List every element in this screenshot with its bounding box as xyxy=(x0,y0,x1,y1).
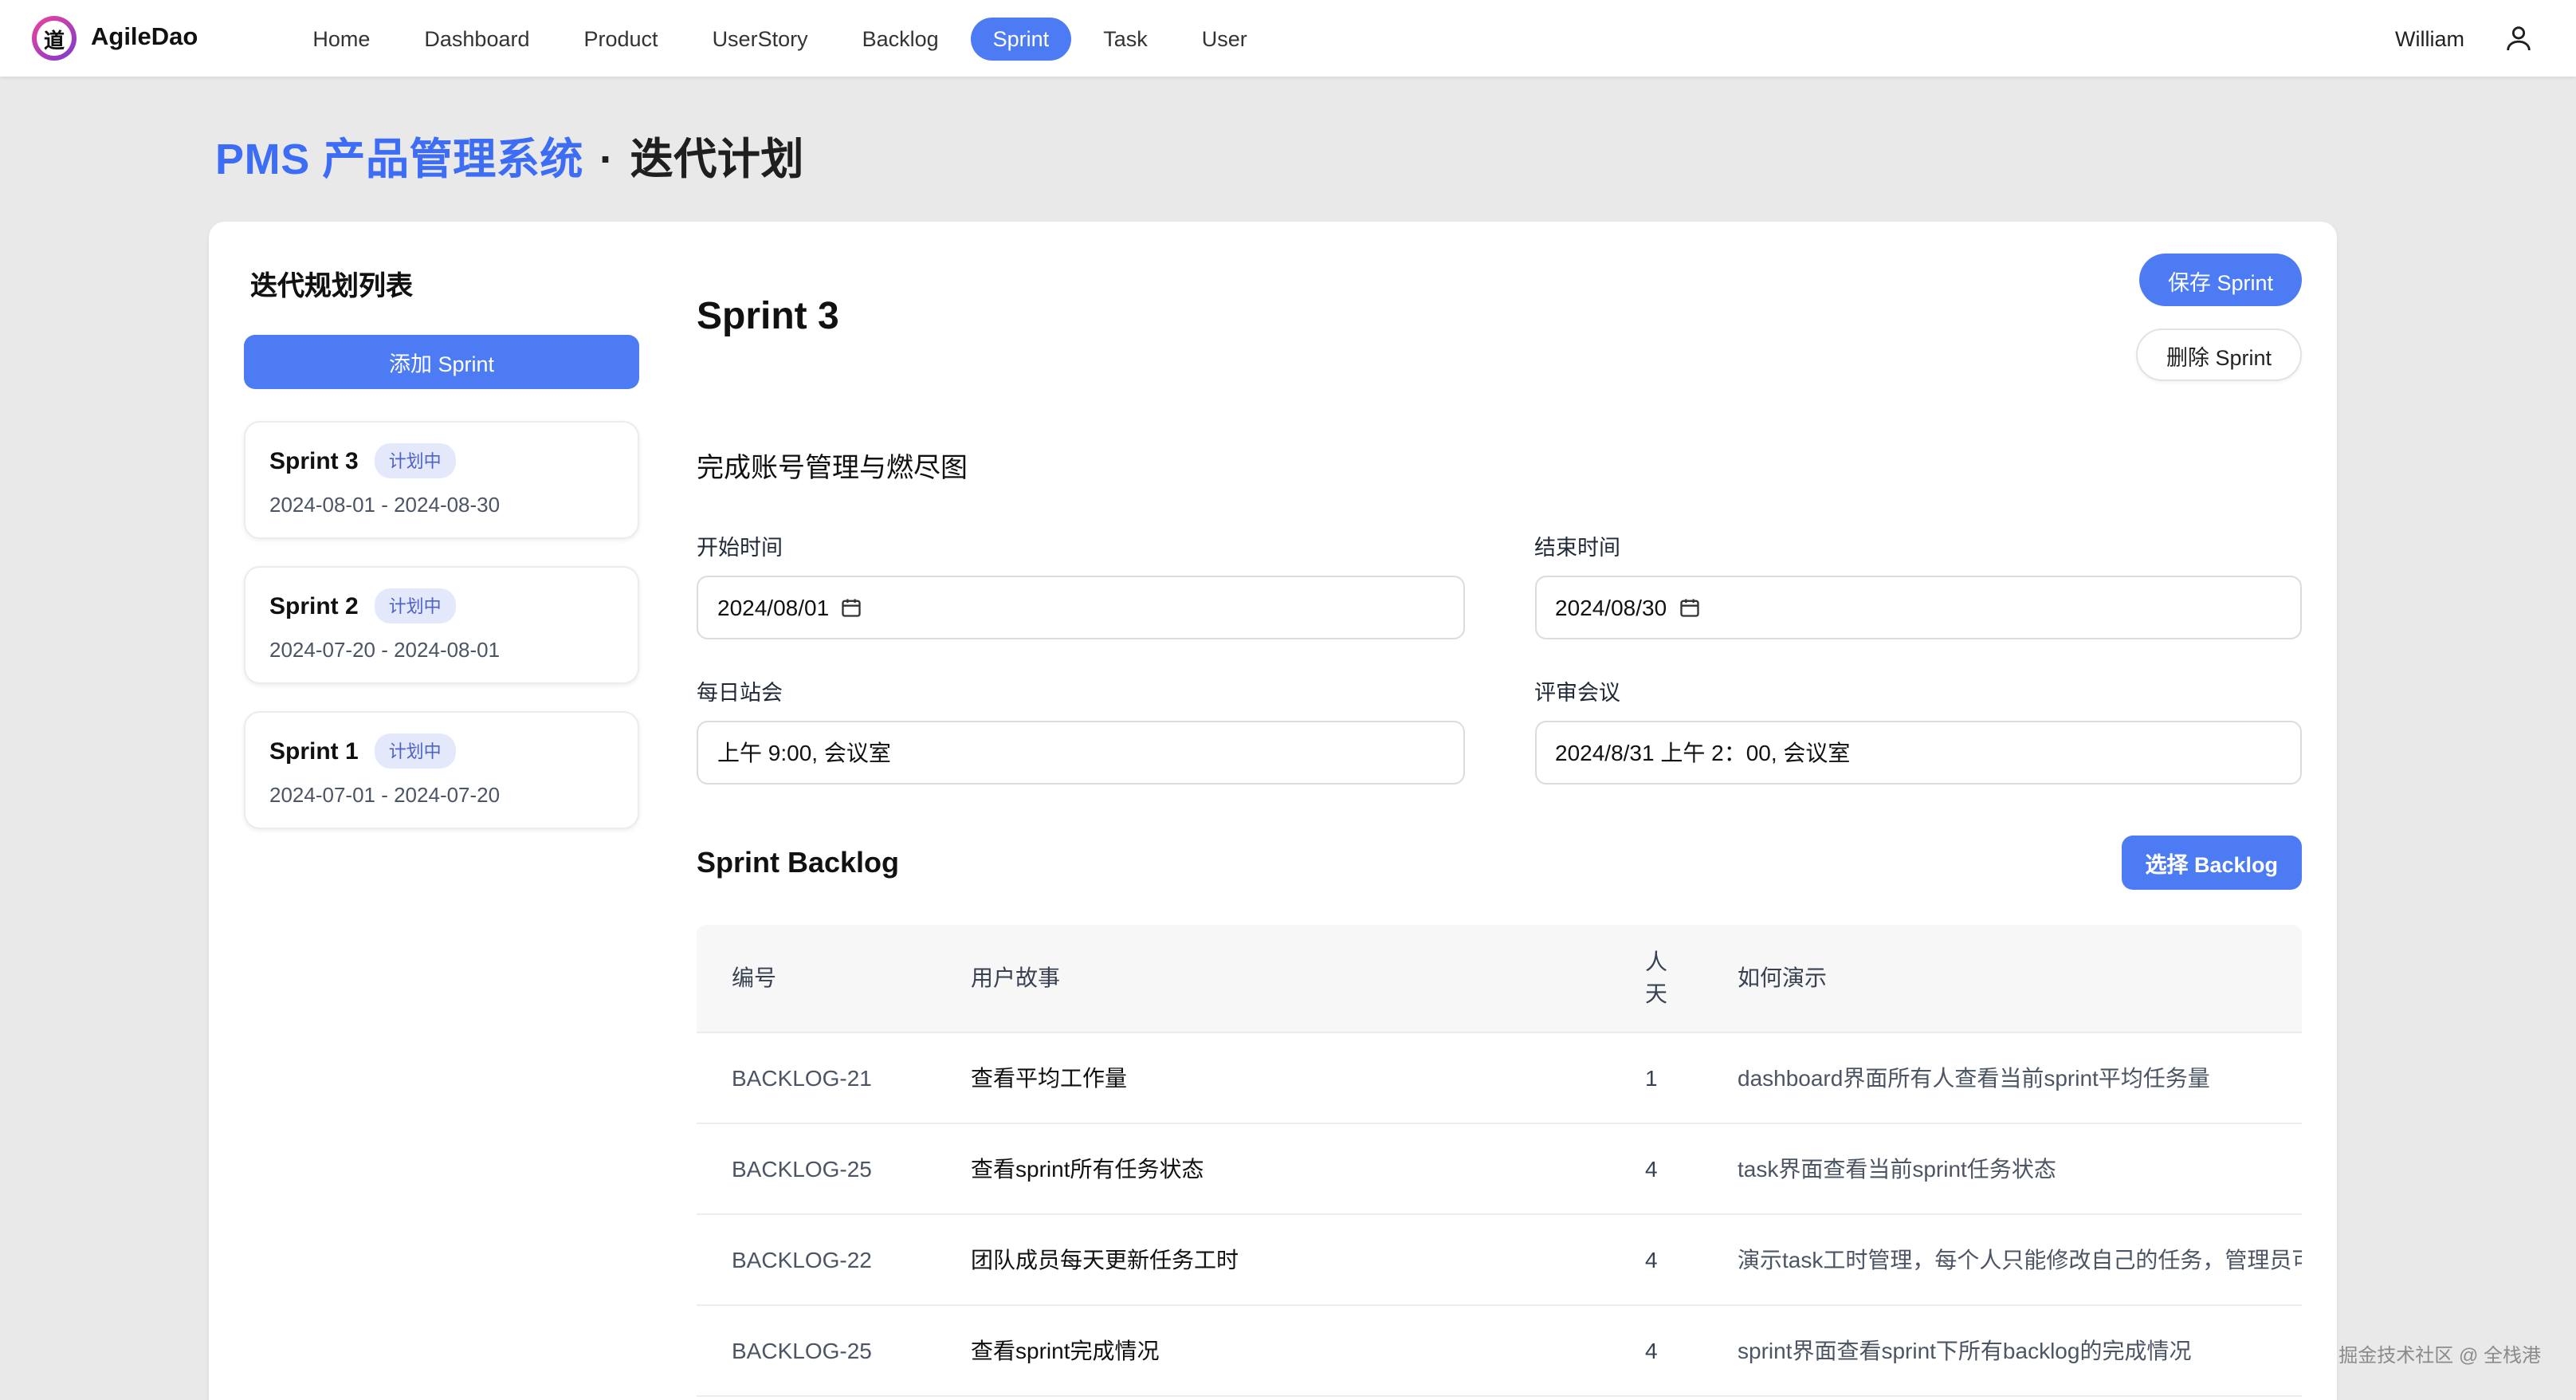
sprint-detail-panel: Sprint 3 保存 Sprint 删除 Sprint 完成账号管理与燃尽图 … xyxy=(639,250,2302,1400)
save-sprint-button[interactable]: 保存 Sprint xyxy=(2139,254,2302,306)
nav-item-user[interactable]: User xyxy=(1180,17,1270,60)
sprint-item-header: Sprint 1 计划中 xyxy=(269,733,614,769)
sprint-form: 开始时间 2024/08/01 结束时间 2024/08/30 xyxy=(697,529,2302,785)
navbar-right: William xyxy=(2395,22,2544,54)
sprint-name: Sprint 1 xyxy=(269,737,359,765)
sprint-dates: 2024-07-20 - 2024-08-01 xyxy=(269,638,614,662)
watermark-text: 掘金技术社区 @ 全栈港 xyxy=(2338,1341,2541,1368)
cell-story: 查看sprint所有任务状态 xyxy=(942,1123,1616,1213)
agiledao-logo-icon: 道 xyxy=(32,16,77,61)
cell-days: 4 xyxy=(1616,1213,1709,1304)
user-profile-icon[interactable] xyxy=(2503,22,2535,54)
review-meeting-label: 评审会议 xyxy=(1534,674,2302,706)
end-time-value: 2024/08/30 xyxy=(1555,595,1667,620)
col-header-id: 编号 xyxy=(697,925,942,1032)
detail-actions: 保存 Sprint 删除 Sprint xyxy=(2136,254,2302,381)
table-row: BACKLOG-25 查看sprint所有任务状态 4 task界面查看当前sp… xyxy=(697,1123,2302,1213)
review-meeting-input[interactable]: 2024/8/31 上午 2：00, 会议室 xyxy=(1534,721,2302,785)
sprint-list-sidebar: 迭代规划列表 添加 Sprint Sprint 3 计划中 2024-08-01… xyxy=(244,250,639,1400)
brand: 道 AgileDao xyxy=(32,16,198,61)
main-card: 迭代规划列表 添加 Sprint Sprint 3 计划中 2024-08-01… xyxy=(209,222,2337,1400)
page-title-section: 迭代计划 xyxy=(630,136,804,183)
nav-item-backlog[interactable]: Backlog xyxy=(840,17,961,60)
field-start-time: 开始时间 2024/08/01 xyxy=(697,529,1464,639)
sprint-detail-title: Sprint 3 xyxy=(697,295,839,340)
field-daily-standup: 每日站会 上午 9:00, 会议室 xyxy=(697,674,1464,785)
cell-days: 1 xyxy=(1616,1032,1709,1123)
cell-id: BACKLOG-25 xyxy=(697,1304,942,1395)
detail-header: Sprint 3 保存 Sprint 删除 Sprint xyxy=(697,254,2302,381)
cell-days: 4 xyxy=(1616,1123,1709,1213)
sprint-dates: 2024-08-01 - 2024-08-30 xyxy=(269,493,614,517)
cell-demo: 演示task工时管理，每个人只能修改自己的任务，管理员可 xyxy=(1709,1213,2302,1304)
nav-item-task[interactable]: Task xyxy=(1081,17,1170,60)
cell-id: BACKLOG-21 xyxy=(697,1032,942,1123)
navbar: 道 AgileDao Home Dashboard Product UserSt… xyxy=(0,0,2576,77)
nav-item-sprint[interactable]: Sprint xyxy=(971,17,1072,60)
daily-standup-input[interactable]: 上午 9:00, 会议室 xyxy=(697,721,1464,785)
end-time-label: 结束时间 xyxy=(1534,529,2302,561)
backlog-section-header: Sprint Backlog 选择 Backlog xyxy=(697,836,2302,890)
cell-demo: task界面查看当前sprint任务状态 xyxy=(1709,1123,2302,1213)
app-viewport: 道 AgileDao Home Dashboard Product UserSt… xyxy=(0,0,2576,1400)
status-badge: 计划中 xyxy=(375,443,456,478)
calendar-icon[interactable] xyxy=(840,596,862,619)
cell-demo: sprint界面查看sprint下所有backlog的完成情况 xyxy=(1709,1304,2302,1395)
start-time-value: 2024/08/01 xyxy=(717,595,829,620)
cell-demo: dashboard界面所有人查看当前sprint平均任务量 xyxy=(1709,1032,2302,1123)
delete-sprint-button[interactable]: 删除 Sprint xyxy=(2136,328,2302,381)
table-row: BACKLOG-22 团队成员每天更新任务工时 4 演示task工时管理，每个人… xyxy=(697,1213,2302,1304)
calendar-icon[interactable] xyxy=(1678,596,1700,619)
main-nav: Home Dashboard Product UserStory Backlog… xyxy=(290,17,1269,60)
status-badge: 计划中 xyxy=(375,588,456,623)
sprint-dates: 2024-07-01 - 2024-07-20 xyxy=(269,783,614,807)
username-label: William xyxy=(2395,26,2464,50)
col-header-days: 人天 xyxy=(1616,925,1709,1032)
logo-glyph: 道 xyxy=(37,21,72,56)
daily-standup-label: 每日站会 xyxy=(697,674,1464,706)
nav-item-home[interactable]: Home xyxy=(290,17,392,60)
sprint-goal-text: 完成账号管理与燃尽图 xyxy=(697,445,2302,485)
backlog-table: 编号 用户故事 人天 如何演示 BACKLOG-21 查看平均工作量 1 das… xyxy=(697,925,2302,1396)
sprint-name: Sprint 3 xyxy=(269,447,359,474)
col-header-demo: 如何演示 xyxy=(1709,925,2302,1032)
table-header-row: 编号 用户故事 人天 如何演示 xyxy=(697,925,2302,1032)
end-time-input[interactable]: 2024/08/30 xyxy=(1534,576,2302,639)
nav-item-userstory[interactable]: UserStory xyxy=(690,17,831,60)
add-sprint-button[interactable]: 添加 Sprint xyxy=(244,335,639,389)
page-title-separator: · xyxy=(599,136,615,183)
cell-story: 团队成员每天更新任务工时 xyxy=(942,1213,1616,1304)
sprint-item-header: Sprint 2 计划中 xyxy=(269,588,614,623)
table-row: BACKLOG-25 查看sprint完成情况 4 sprint界面查看spri… xyxy=(697,1304,2302,1395)
status-badge: 计划中 xyxy=(375,733,456,769)
table-row: BACKLOG-21 查看平均工作量 1 dashboard界面所有人查看当前s… xyxy=(697,1032,2302,1123)
nav-item-product[interactable]: Product xyxy=(562,17,681,60)
sprint-list-item-1[interactable]: Sprint 1 计划中 2024-07-01 - 2024-07-20 xyxy=(244,711,639,829)
cell-story: 查看sprint完成情况 xyxy=(942,1304,1616,1395)
sprint-name: Sprint 2 xyxy=(269,592,359,619)
cell-id: BACKLOG-22 xyxy=(697,1213,942,1304)
sidebar-heading: 迭代规划列表 xyxy=(250,263,639,303)
field-review-meeting: 评审会议 2024/8/31 上午 2：00, 会议室 xyxy=(1534,674,2302,785)
field-end-time: 结束时间 2024/08/30 xyxy=(1534,529,2302,639)
start-time-label: 开始时间 xyxy=(697,529,1464,561)
backlog-section-title: Sprint Backlog xyxy=(697,846,899,879)
select-backlog-button[interactable]: 选择 Backlog xyxy=(2121,836,2302,890)
sprint-item-header: Sprint 3 计划中 xyxy=(269,443,614,478)
nav-item-dashboard[interactable]: Dashboard xyxy=(402,17,552,60)
brand-name: AgileDao xyxy=(91,24,198,53)
cell-id: BACKLOG-25 xyxy=(697,1123,942,1213)
review-meeting-value: 2024/8/31 上午 2：00, 会议室 xyxy=(1555,737,1850,769)
page-title: PMS 产品管理系统 · 迭代计划 xyxy=(215,124,2576,187)
cell-story: 查看平均工作量 xyxy=(942,1032,1616,1123)
sprint-list-item-3[interactable]: Sprint 3 计划中 2024-08-01 - 2024-08-30 xyxy=(244,421,639,539)
daily-standup-value: 上午 9:00, 会议室 xyxy=(717,737,891,769)
start-time-input[interactable]: 2024/08/01 xyxy=(697,576,1464,639)
sprint-list-item-2[interactable]: Sprint 2 计划中 2024-07-20 - 2024-08-01 xyxy=(244,566,639,684)
page-title-brand: PMS 产品管理系统 xyxy=(215,136,583,183)
col-header-story: 用户故事 xyxy=(942,925,1616,1032)
cell-days: 4 xyxy=(1616,1304,1709,1395)
